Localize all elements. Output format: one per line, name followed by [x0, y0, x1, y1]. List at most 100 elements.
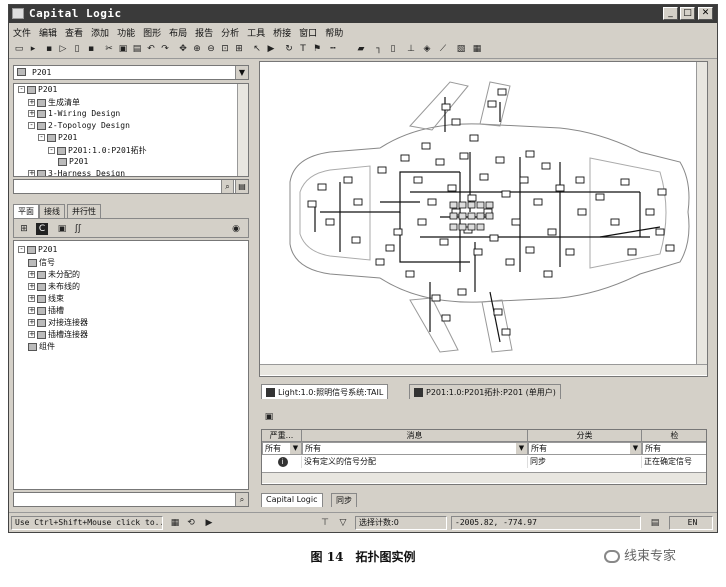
play-icon[interactable]: ▶ — [203, 517, 215, 529]
column-severity[interactable]: 严重... — [262, 430, 302, 442]
canvas-vscroll[interactable] — [696, 62, 707, 364]
menu-window[interactable]: 窗口 — [295, 24, 321, 41]
zoom-window-icon[interactable]: ⊞ — [233, 43, 245, 55]
minimize-button[interactable]: _ — [663, 7, 678, 20]
menu-report[interactable]: 报告 — [191, 24, 217, 41]
menu-view[interactable]: 查看 — [61, 24, 87, 41]
report-icon[interactable]: ▦ — [471, 43, 483, 55]
menu-help[interactable]: 帮助 — [321, 24, 347, 41]
node-icon[interactable]: ◈ — [421, 43, 433, 55]
probe-icon[interactable]: ⟋ — [437, 43, 449, 55]
menu-tools[interactable]: 工具 — [243, 24, 269, 41]
expand-icon[interactable]: + — [28, 271, 35, 278]
filter-icon[interactable]: ⊞ — [18, 223, 30, 235]
save-icon[interactable]: ▪ — [85, 43, 97, 55]
tree-item[interactable]: +1-Wiring Design — [28, 109, 120, 120]
menu-analysis[interactable]: 分析 — [217, 24, 243, 41]
select-pointer-icon[interactable]: ↖ — [251, 43, 263, 55]
cut-icon[interactable]: ▪ — [43, 43, 55, 55]
expand-icon[interactable]: + — [28, 170, 35, 176]
tree-item[interactable]: + 线束 — [28, 293, 64, 304]
flag-icon[interactable]: ⚑ — [311, 43, 323, 55]
ground-icon[interactable]: ⊥ — [405, 43, 417, 55]
tree-item[interactable]: + 插槽连接器 — [28, 329, 88, 340]
category-filter[interactable]: 所有 ▼ — [528, 442, 642, 455]
open-icon[interactable]: ▸ — [27, 43, 39, 55]
menu-edit[interactable]: 编辑 — [35, 24, 61, 41]
arrow-dropdown-icon[interactable]: ▶ — [265, 43, 277, 55]
search-icon[interactable]: ⌕ — [221, 180, 234, 193]
settings-icon[interactable]: ◉ — [230, 223, 242, 235]
collapse-icon[interactable]: - — [18, 246, 25, 253]
undo-icon[interactable]: ↶ — [145, 43, 157, 55]
signal-icon[interactable]: ʃʃ — [72, 223, 84, 235]
tree-item[interactable]: - P201 — [18, 85, 57, 96]
grid-icon[interactable]: ▦ — [169, 517, 181, 529]
column-message[interactable]: 消息 — [302, 430, 528, 442]
dashed-line-icon[interactable]: ┅ — [327, 43, 339, 55]
message-filter[interactable]: 所有 ▼ — [302, 442, 528, 455]
redo-icon[interactable]: ↷ — [159, 43, 171, 55]
tab-p201-topology[interactable]: P201:1.0:P201拓扑:P201 (单用户) — [409, 384, 561, 399]
menu-add[interactable]: 添加 — [87, 24, 113, 41]
copy-icon[interactable]: ▣ — [117, 43, 129, 55]
tree-item[interactable]: +3-Harness Design — [28, 169, 125, 176]
chevron-down-icon[interactable]: ▼ — [235, 66, 248, 79]
tab-parallel[interactable]: 并行性 — [67, 204, 101, 218]
menu-bridge[interactable]: 桥接 — [269, 24, 295, 41]
document-icon[interactable]: ▯ — [71, 43, 83, 55]
column-category[interactable]: 分类 — [528, 430, 642, 442]
expand-icon[interactable]: + — [28, 283, 35, 290]
canvas-hscroll[interactable] — [260, 364, 707, 375]
maximize-button[interactable]: □ — [680, 7, 695, 20]
collapse-icon[interactable]: - — [38, 134, 45, 141]
expand-icon[interactable]: + — [28, 319, 35, 326]
collapse-icon[interactable]: - — [48, 147, 55, 154]
menu-file[interactable]: 文件 — [9, 24, 35, 41]
tree-item[interactable]: + 未分配的 — [28, 269, 80, 280]
project-select[interactable]: P201 ▼ — [13, 65, 249, 80]
splice-icon[interactable]: ▯ — [387, 43, 399, 55]
scissors-icon[interactable]: ✂ — [103, 43, 115, 55]
options-dropdown-icon[interactable]: ▤ — [235, 180, 248, 193]
tree-item[interactable]: 组件 — [28, 341, 55, 352]
message-hscroll[interactable] — [262, 472, 706, 483]
tree-item[interactable]: - 2-Topology Design — [28, 121, 130, 132]
refresh-icon[interactable]: ↻ — [283, 43, 295, 55]
tree-item[interactable]: + 未布线的 — [28, 281, 80, 292]
expand-icon[interactable]: + — [28, 307, 35, 314]
connector-icon[interactable]: ▰ — [355, 43, 367, 55]
zoom-in-icon[interactable]: ⊕ — [191, 43, 203, 55]
tree-item[interactable]: - P201 — [18, 245, 57, 256]
expand-icon[interactable]: + — [28, 295, 35, 302]
forward-icon[interactable]: ▷ — [57, 43, 69, 55]
close-button[interactable]: ✕ — [698, 7, 713, 20]
project-tree-scrollbar[interactable] — [237, 84, 248, 176]
tree-item[interactable]: + 生成清单 — [28, 97, 80, 108]
tab-plane[interactable]: 平面 — [13, 204, 39, 218]
message-check[interactable]: 正在确定信号 — [642, 456, 706, 468]
search-icon[interactable]: ⌕ — [235, 493, 248, 506]
wire-icon[interactable]: ┐ — [373, 43, 385, 55]
filter-funnel-icon[interactable]: ▽ — [337, 517, 349, 529]
new-icon[interactable]: ▭ — [13, 43, 25, 55]
tab-wiring[interactable]: 接线 — [39, 204, 65, 218]
expand-icon[interactable]: + — [28, 110, 35, 117]
save-messages-icon[interactable]: ▣ — [263, 411, 275, 423]
refresh-tree-icon[interactable]: C — [36, 223, 48, 235]
tree-item[interactable]: - P201:1.0:P201拓扑 — [48, 145, 147, 156]
tree-item[interactable]: + 对接连接器 — [28, 317, 88, 328]
check-filter[interactable]: 所有 — [642, 442, 706, 455]
menu-graphics[interactable]: 图形 — [139, 24, 165, 41]
tree-item[interactable]: 信号 — [28, 257, 55, 268]
message-text[interactable]: 没有定义的信号分配 — [302, 456, 528, 468]
menu-layout[interactable]: 布局 — [165, 24, 191, 41]
collapse-icon[interactable]: - — [28, 122, 35, 129]
tab-capital-logic[interactable]: Capital Logic — [261, 493, 323, 507]
view-icon[interactable]: ▣ — [56, 223, 68, 235]
tab-light-design[interactable]: Light:1.0:照明信号系统:TAIL — [261, 384, 389, 399]
message-category[interactable]: 同步 — [528, 456, 642, 468]
expand-icon[interactable]: + — [28, 331, 35, 338]
pan-icon[interactable]: ✥ — [177, 43, 189, 55]
menu-function[interactable]: 功能 — [113, 24, 139, 41]
